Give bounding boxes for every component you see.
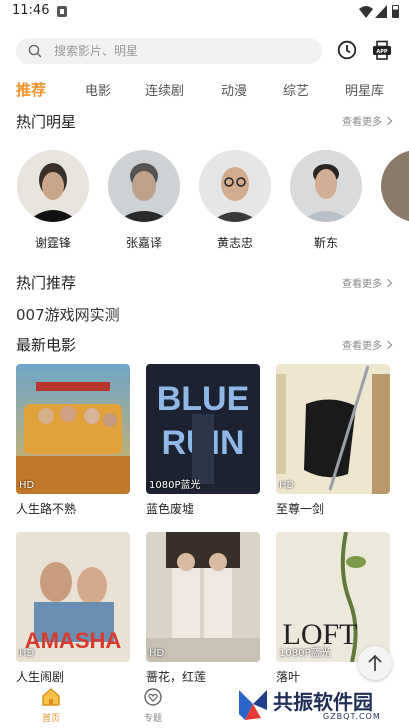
search-bar[interactable] xyxy=(16,38,322,64)
heart-bubble-icon xyxy=(144,688,162,706)
arrow-up-icon xyxy=(368,654,382,671)
watermark-text: 共振软件园 xyxy=(273,690,373,714)
tab-stars[interactable]: 明星库 xyxy=(345,80,384,99)
tab-variety[interactable]: 综艺 xyxy=(283,80,309,99)
star-item[interactable]: 黄志忠 xyxy=(199,150,271,251)
tab-recommend[interactable]: 推荐 xyxy=(16,79,46,100)
star-name: 靳东 xyxy=(313,236,338,250)
app-download-icon[interactable]: APP xyxy=(372,40,392,60)
tab-series[interactable]: 连续剧 xyxy=(145,80,184,99)
star-item[interactable]: 张嘉译 xyxy=(108,150,180,251)
quality-badge: HD xyxy=(279,480,295,491)
nav-home-label: 首页 xyxy=(41,714,60,724)
quality-badge: HD xyxy=(19,480,35,491)
watermark-logo-icon xyxy=(239,690,267,720)
movie-card[interactable]: HD 人生路不熟 xyxy=(16,364,130,517)
hot-recommend-title: 热门推荐 xyxy=(16,274,77,292)
nav-topics[interactable]: 专题 xyxy=(133,688,173,724)
avatar xyxy=(17,150,89,222)
quality-badge: 1080P蓝光 xyxy=(279,648,331,659)
poster-title-text: BLUE xyxy=(157,380,250,418)
hot-stars-title: 热门明星 xyxy=(16,113,77,131)
category-tabs: 推荐 电影 连续剧 动漫 综艺 明星库 xyxy=(0,80,409,102)
clock-icon[interactable] xyxy=(337,40,357,60)
movie-poster: AMASHA HD xyxy=(16,532,130,662)
movie-title: 人生路不熟 xyxy=(16,502,77,516)
avatar xyxy=(290,150,362,222)
status-time: 11:46 xyxy=(12,3,50,18)
tab-anime[interactable]: 动漫 xyxy=(221,80,247,99)
star-item-partial[interactable] xyxy=(381,150,409,222)
test-note: 007游戏网实测 xyxy=(16,306,120,324)
latest-movies-more-link[interactable]: 查看更多 xyxy=(342,337,393,352)
search-icon xyxy=(28,44,42,58)
movie-card[interactable]: HD 至尊一剑 xyxy=(276,364,390,517)
quality-badge: HD xyxy=(19,648,35,659)
movie-title: 人生闹剧 xyxy=(16,670,65,684)
quality-badge: 1080P蓝光 xyxy=(149,480,201,491)
hot-stars-more-link[interactable]: 查看更多 xyxy=(342,113,393,128)
movie-card[interactable]: HD 蔷花，红莲 xyxy=(146,532,260,685)
hot-recommend-more-link[interactable]: 查看更多 xyxy=(342,275,393,290)
movie-poster: LOFT 1080P蓝光 xyxy=(276,532,390,662)
latest-movies-title: 最新电影 xyxy=(16,336,77,354)
movie-poster: HD xyxy=(276,364,390,494)
search-input[interactable] xyxy=(54,41,304,61)
star-name: 张嘉译 xyxy=(125,236,162,250)
scroll-top-button[interactable] xyxy=(358,646,392,680)
nav-home[interactable]: 首页 xyxy=(31,688,71,724)
tab-movies[interactable]: 电影 xyxy=(85,80,111,99)
quality-badge: HD xyxy=(149,648,165,659)
nav-topics-label: 专题 xyxy=(143,714,162,724)
movie-poster: HD xyxy=(146,532,260,662)
sim-icon xyxy=(57,6,67,17)
watermark-url: GZBQT.COM xyxy=(323,712,381,721)
movie-title: 蓝色废墟 xyxy=(146,502,195,516)
status-bar: 11:46 xyxy=(0,0,409,24)
movie-poster: BLUE RUIN 1080P蓝光 xyxy=(146,364,260,494)
signal-icon xyxy=(375,5,387,18)
wifi-icon xyxy=(359,6,373,18)
movie-card[interactable]: BLUE RUIN 1080P蓝光 蓝色废墟 xyxy=(146,364,260,517)
movie-card[interactable]: AMASHA HD 人生闹剧 xyxy=(16,532,130,685)
watermark: 共振软件园 GZBQT.COM xyxy=(235,684,405,726)
avatar xyxy=(199,150,271,222)
star-name: 谢霆锋 xyxy=(34,236,71,250)
movie-poster: HD xyxy=(16,364,130,494)
movie-title: 蔷花，红莲 xyxy=(146,670,207,684)
avatar xyxy=(108,150,180,222)
movie-title: 至尊一剑 xyxy=(276,502,325,516)
star-item[interactable]: 靳东 xyxy=(290,150,362,251)
star-item[interactable]: 谢霆锋 xyxy=(17,150,89,251)
star-name: 黄志忠 xyxy=(216,236,253,250)
home-icon xyxy=(42,688,60,706)
poster-title-text: AMASHA xyxy=(25,628,122,653)
battery-icon xyxy=(392,5,399,18)
